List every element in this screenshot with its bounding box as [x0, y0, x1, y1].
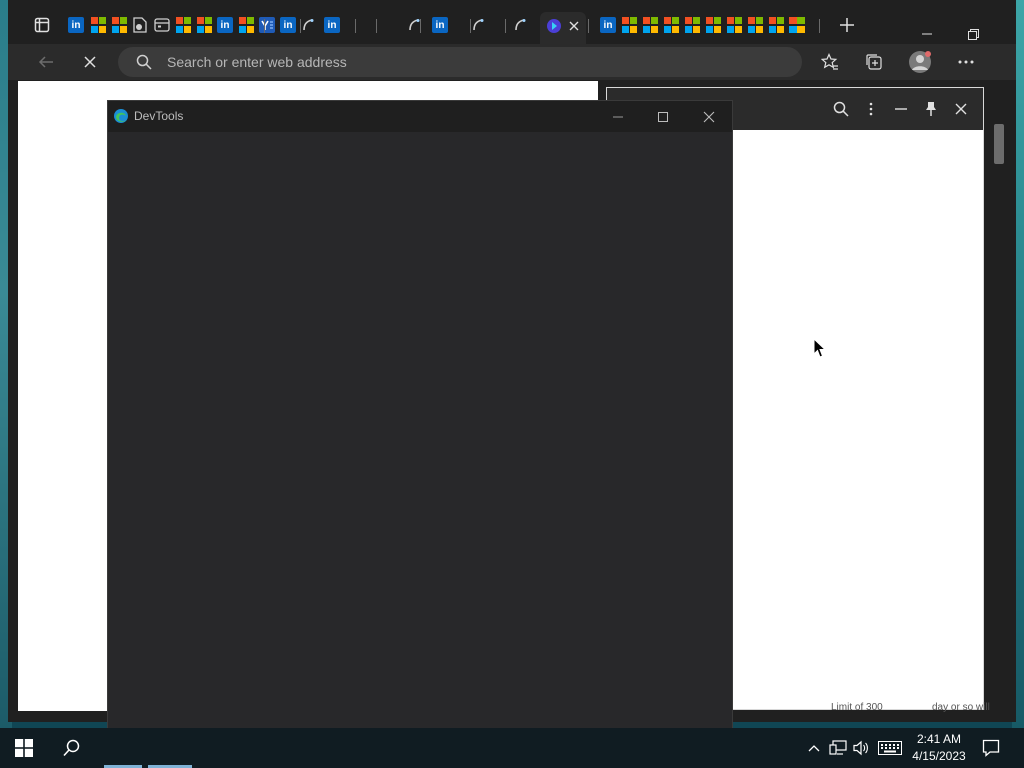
- tab-yammer-icon[interactable]: [259, 17, 275, 33]
- tab-separator: [505, 19, 506, 33]
- side-pane-more-icon[interactable]: [856, 94, 886, 124]
- devtools-window: DevTools: [107, 100, 733, 733]
- tab-linkedin-icon[interactable]: in: [600, 17, 616, 33]
- status-text-right: day or so will: [932, 702, 990, 713]
- tab-separator: [264, 19, 265, 33]
- tab-linkedin-icon[interactable]: in: [324, 17, 340, 33]
- action-center-icon[interactable]: [981, 738, 1001, 758]
- profile-avatar[interactable]: [902, 44, 938, 80]
- close-tab-icon[interactable]: [566, 18, 582, 34]
- tab-microsoft-icon[interactable]: [238, 17, 254, 33]
- tab-strip: in in in in in in: [8, 8, 1016, 44]
- pin-icon[interactable]: [916, 94, 946, 124]
- tab-separator: [470, 19, 471, 33]
- devtools-title: DevTools: [134, 109, 184, 123]
- side-pane-minimize-icon[interactable]: [886, 94, 916, 124]
- tab-separator: [300, 19, 301, 33]
- side-pane-search-icon[interactable]: [826, 94, 856, 124]
- back-button[interactable]: [28, 44, 64, 80]
- favorites-icon[interactable]: [812, 44, 848, 80]
- status-text-left: Limit of 300: [831, 702, 883, 713]
- stop-loading-button[interactable]: [72, 44, 108, 80]
- tab-active[interactable]: [540, 12, 586, 44]
- address-placeholder: Search or enter web address: [167, 54, 347, 70]
- tab-microsoft-icon[interactable]: [175, 17, 191, 33]
- taskbar: 2:41 AM 4/15/2023: [0, 728, 1024, 768]
- tab-calendar-icon[interactable]: [154, 17, 170, 33]
- devtools-title-bar[interactable]: DevTools: [108, 101, 732, 132]
- devtools-content[interactable]: [108, 132, 732, 732]
- tab-microsoft-icon[interactable]: [747, 17, 763, 33]
- tab-linkedin-icon[interactable]: in: [432, 17, 448, 33]
- tab-microsoft-icon[interactable]: [768, 17, 784, 33]
- tab-loading-icon[interactable]: [512, 17, 528, 33]
- tab-microsoft-icon[interactable]: [663, 17, 679, 33]
- mouse-cursor-icon: [813, 337, 827, 364]
- collections-icon[interactable]: [856, 44, 892, 80]
- tab-separator: [355, 19, 356, 33]
- bing-icon: [546, 18, 562, 34]
- tab-actions-icon[interactable]: [34, 17, 50, 33]
- edge-logo-icon: [113, 108, 129, 129]
- tab-microsoft-icon[interactable]: [705, 17, 721, 33]
- tab-separator: [376, 19, 377, 33]
- more-options-icon[interactable]: [948, 44, 984, 80]
- taskbar-search-icon[interactable]: [48, 728, 96, 768]
- side-pane-close-icon[interactable]: [946, 94, 976, 124]
- tab-separator: [588, 19, 589, 33]
- devtools-maximize-button[interactable]: [640, 101, 686, 132]
- scrollbar-thumb[interactable]: [994, 124, 1004, 164]
- tab-loading-icon[interactable]: [470, 17, 486, 33]
- start-button[interactable]: [0, 728, 48, 768]
- tab-document-icon[interactable]: [132, 17, 148, 33]
- new-tab-button[interactable]: [839, 17, 855, 33]
- devtools-close-button[interactable]: [686, 101, 732, 132]
- tab-loading-icon[interactable]: [300, 17, 316, 33]
- tab-linkedin-icon[interactable]: in: [68, 17, 84, 33]
- tab-microsoft-icon[interactable]: [90, 17, 106, 33]
- tab-microsoft-icon[interactable]: [111, 17, 127, 33]
- system-clock[interactable]: 2:41 AM 4/15/2023: [900, 731, 978, 765]
- volume-icon[interactable]: [851, 738, 871, 758]
- search-icon: [136, 54, 152, 75]
- tab-separator: [819, 19, 820, 33]
- address-bar[interactable]: Search or enter web address: [118, 47, 802, 77]
- clock-time: 2:41 AM: [916, 732, 962, 746]
- tab-microsoft-icon[interactable]: [196, 17, 212, 33]
- tab-microsoft-icon[interactable]: [684, 17, 700, 33]
- tab-microsoft-icon[interactable]: [788, 17, 804, 33]
- show-hidden-icons-chevron-icon[interactable]: [804, 738, 824, 758]
- clock-date: 4/15/2023: [912, 749, 966, 763]
- devtools-minimize-button[interactable]: [595, 101, 641, 132]
- tab-microsoft-icon[interactable]: [726, 17, 742, 33]
- tab-microsoft-icon[interactable]: [621, 17, 637, 33]
- tab-microsoft-icon[interactable]: [642, 17, 658, 33]
- network-icon[interactable]: [828, 738, 848, 758]
- browser-toolbar: Search or enter web address: [8, 44, 1016, 80]
- tab-linkedin-icon[interactable]: in: [217, 17, 233, 33]
- tab-separator: [420, 19, 421, 33]
- tab-linkedin-icon[interactable]: in: [280, 17, 296, 33]
